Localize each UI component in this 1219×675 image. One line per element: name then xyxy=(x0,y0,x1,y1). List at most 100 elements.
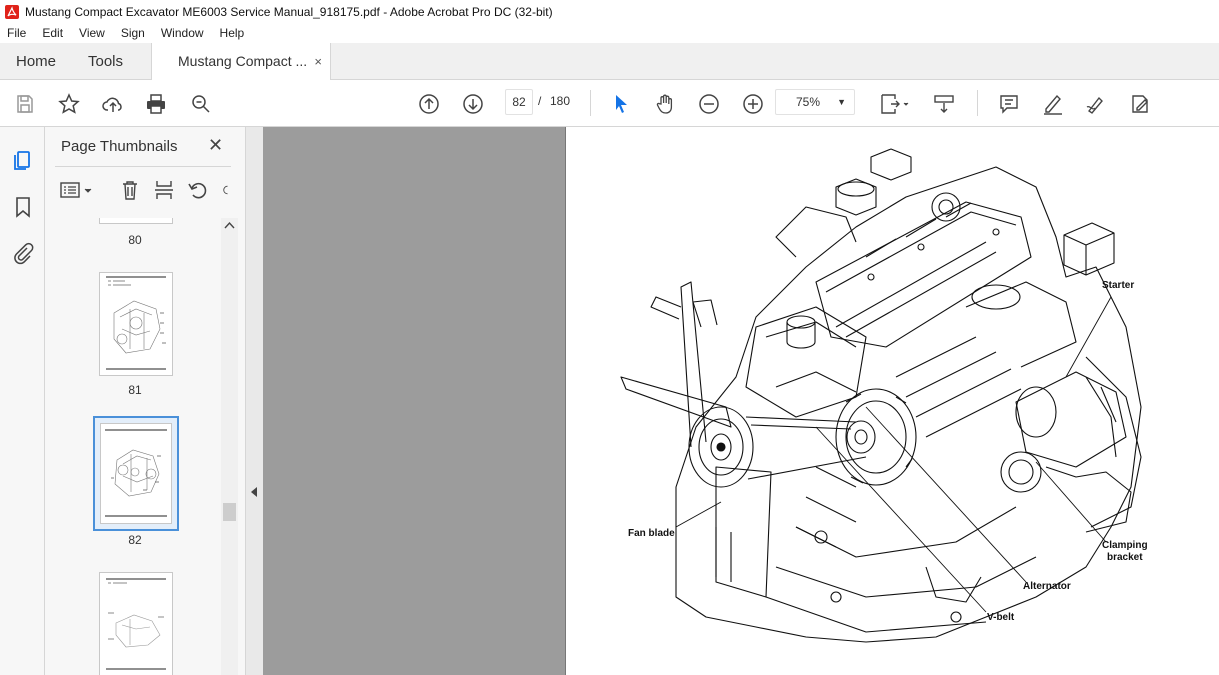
bookmark-icon[interactable] xyxy=(10,194,36,220)
thumbnail-scrollbar[interactable] xyxy=(221,218,238,675)
thumbnail-page-81-preview xyxy=(106,276,166,370)
thumbnail-page-80[interactable] xyxy=(99,218,173,224)
thumbnail-label: 82 xyxy=(128,533,142,547)
thumbnail-page-82-preview xyxy=(105,429,167,517)
find-button[interactable] xyxy=(188,91,214,117)
page-total: 180 xyxy=(550,94,571,108)
thumbnail-page-81[interactable] xyxy=(99,272,173,376)
print-button[interactable] xyxy=(143,91,169,117)
acrobat-logo-icon xyxy=(5,4,19,19)
options-list-icon xyxy=(60,182,92,198)
hand-tool-button[interactable] xyxy=(652,91,678,117)
page-thumbnails-icon[interactable] xyxy=(10,147,36,173)
collapse-panel-icon[interactable] xyxy=(250,487,258,497)
rotate-cw-button[interactable] xyxy=(221,177,233,203)
title-bar: Mustang Compact Excavator ME6003 Service… xyxy=(0,0,1219,23)
left-navigation-rail xyxy=(0,127,45,675)
search-zoom-icon xyxy=(192,95,210,113)
minus-circle-icon xyxy=(699,94,719,114)
arrow-down-circle-icon xyxy=(463,94,483,114)
panel-splitter[interactable] xyxy=(245,127,263,675)
thumbnail-page-83-preview xyxy=(106,578,166,670)
menu-bar: File Edit View Sign Window Help xyxy=(0,23,1219,43)
chevron-down-icon: ▼ xyxy=(837,97,846,107)
scroll-mode-icon xyxy=(934,95,954,113)
panel-title: Page Thumbnails xyxy=(61,138,178,155)
thumbnail-page-82-selected[interactable] xyxy=(93,416,179,531)
scroll-mode-button[interactable] xyxy=(931,91,957,117)
tab-close-icon[interactable]: × xyxy=(314,43,322,80)
panel-close-icon[interactable]: ✕ xyxy=(208,135,223,156)
next-page-button[interactable] xyxy=(460,91,486,117)
pen-highlight-icon xyxy=(1044,94,1062,115)
page-fit-button[interactable] xyxy=(876,91,912,117)
callout-fan-blade: Fan blade xyxy=(628,528,675,539)
tab-home[interactable]: Home xyxy=(16,43,56,80)
thumbnail-label: 80 xyxy=(128,233,142,247)
thumbnail-list: 80 81 82 xyxy=(45,218,221,675)
select-tool-button[interactable] xyxy=(608,91,634,117)
page-number-input[interactable]: 82 xyxy=(505,89,533,115)
fill-sign-button[interactable] xyxy=(1127,91,1153,117)
comment-icon xyxy=(1000,95,1018,114)
thumbnail-options-menu[interactable] xyxy=(59,177,95,203)
menu-window[interactable]: Window xyxy=(153,26,212,40)
pen-draw-icon xyxy=(1086,96,1103,114)
delete-page-button[interactable] xyxy=(119,177,141,203)
menu-help[interactable]: Help xyxy=(212,26,253,40)
callout-alternator: Alternator xyxy=(1023,581,1071,592)
page-separator: / xyxy=(538,94,542,108)
zoom-in-button[interactable] xyxy=(740,91,766,117)
tab-tools[interactable]: Tools xyxy=(88,43,123,80)
toolbar-divider xyxy=(590,90,591,116)
document-page-view[interactable]: Starter Fan blade Clamping bracket Alter… xyxy=(565,127,1219,675)
highlight-button[interactable] xyxy=(1040,91,1066,117)
extract-pages-button[interactable] xyxy=(153,177,175,203)
save-button[interactable] xyxy=(12,91,38,117)
rotate-page-button[interactable] xyxy=(187,177,209,203)
previous-page-button[interactable] xyxy=(416,91,442,117)
engine-illustration xyxy=(620,148,1142,643)
cloud-upload-icon xyxy=(102,97,122,112)
toolbar-divider xyxy=(977,90,978,116)
document-canvas-background xyxy=(263,127,565,675)
panel-divider xyxy=(55,166,231,167)
bookmark-star-button[interactable] xyxy=(56,91,82,117)
rotate-ccw-icon xyxy=(188,182,207,199)
thumbnail-label: 81 xyxy=(128,383,142,397)
callout-clamping-bracket: Clamping bracket xyxy=(1102,540,1148,563)
save-icon xyxy=(17,95,33,113)
rotate-cw-icon xyxy=(223,185,228,195)
hand-icon xyxy=(656,94,673,114)
plus-circle-icon xyxy=(743,94,763,114)
menu-sign[interactable]: Sign xyxy=(113,26,153,40)
attachment-icon[interactable] xyxy=(10,240,36,266)
draw-button[interactable] xyxy=(1083,91,1109,117)
callout-v-belt: V-belt xyxy=(987,612,1015,623)
page-split-icon xyxy=(155,181,173,199)
menu-view[interactable]: View xyxy=(71,26,113,40)
zoom-level-value: 75% xyxy=(796,95,821,109)
fit-page-icon xyxy=(881,94,909,114)
menu-file[interactable]: File xyxy=(0,26,34,40)
scrollbar-thumb[interactable] xyxy=(223,503,236,521)
comment-button[interactable] xyxy=(996,91,1022,117)
tab-document-label: Mustang Compact ... xyxy=(178,53,308,69)
arrow-up-circle-icon xyxy=(419,94,439,114)
thumbnail-page-82 xyxy=(100,423,172,524)
cursor-arrow-icon xyxy=(616,95,627,113)
printer-icon xyxy=(147,94,165,114)
zoom-out-button[interactable] xyxy=(696,91,722,117)
fill-sign-icon xyxy=(1132,95,1148,113)
scroll-up-icon[interactable] xyxy=(224,221,235,229)
menu-edit[interactable]: Edit xyxy=(34,26,71,40)
trash-icon xyxy=(123,181,137,200)
thumbnail-page-83[interactable] xyxy=(99,572,173,675)
star-icon xyxy=(58,93,80,114)
window-title: Mustang Compact Excavator ME6003 Service… xyxy=(25,4,553,19)
tab-bar: Home Tools Mustang Compact ... × xyxy=(0,43,1219,81)
zoom-level-select[interactable]: 75% ▼ xyxy=(775,89,855,115)
callout-starter: Starter xyxy=(1102,280,1135,291)
tab-document[interactable]: Mustang Compact ... × xyxy=(151,43,331,81)
upload-button[interactable] xyxy=(100,91,126,117)
